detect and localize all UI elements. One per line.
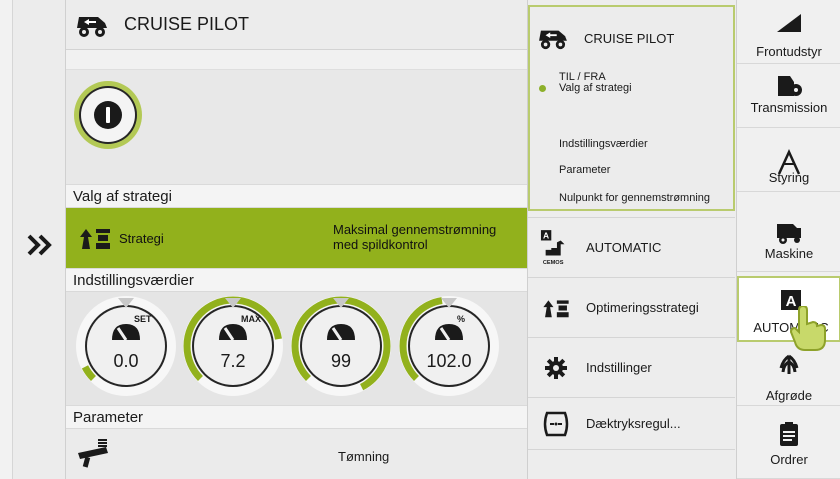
category-label: Transmission (750, 100, 828, 115)
menu-item-automatic[interactable]: A CEMOS AUTOMATIC (528, 217, 735, 277)
tire-pressure-icon (540, 408, 572, 440)
category-automatic[interactable]: A AUTOMATIC (737, 276, 840, 351)
submenu-item-parameter[interactable]: Parameter (559, 164, 610, 176)
strategy-value-line2: med spildkontrol (333, 237, 428, 252)
gauge-tag: SET (134, 314, 152, 324)
menu-item-indstillinger-label: Indstillinger (586, 360, 652, 375)
gauge-value: 0.0 (113, 351, 138, 371)
strategy-value-line1: Maksimal gennemstrømning (333, 222, 497, 237)
menu-item-optimering[interactable]: Optimeringsstrategi (528, 277, 735, 337)
gauge-value: 99 (331, 351, 351, 371)
category-frontudstyr[interactable]: Frontudstyr (737, 0, 840, 64)
menu-item-automatic-label: AUTOMATIC (586, 240, 662, 255)
category-bar: Frontudstyr Transmission Styring Maskine… (736, 0, 840, 479)
category-styring[interactable]: Styring (737, 128, 840, 192)
double-chevron-right-icon (27, 234, 52, 256)
gear-icon (540, 352, 572, 384)
settings-gauges: SET 0.0 MAX 7.2 99 % 102.0 (66, 292, 527, 405)
crop-icon (779, 354, 799, 374)
category-ordrer[interactable]: Ordrer (737, 406, 840, 479)
menu-item-partial[interactable] (528, 449, 735, 479)
category-label: Ordrer (770, 452, 808, 467)
category-label: Frontudstyr (756, 44, 822, 59)
gauge-rotor[interactable]: 99 (289, 294, 397, 402)
transmission-gear-icon (778, 76, 802, 96)
header-wedge-icon (777, 14, 801, 32)
power-knob-icon (74, 81, 142, 149)
expand-chevron-button[interactable] (23, 228, 57, 262)
gauge-max[interactable]: MAX 7.2 (181, 294, 289, 402)
section-settings-label: Indstillingsværdier (66, 268, 527, 292)
cruise-pilot-panel: CRUISE PILOT Valg af strategi Strategi M… (66, 0, 527, 479)
category-label: Styring (768, 170, 810, 185)
strategy-icon (80, 229, 110, 249)
param-row-emptying[interactable]: Tømning (66, 429, 527, 479)
cemos-label: CEMOS (543, 260, 564, 266)
gauge-value: 7.2 (220, 351, 245, 371)
category-label: Afgrøde (765, 388, 813, 403)
page-title: CRUISE PILOT (124, 14, 250, 34)
panel-header: CRUISE PILOT (66, 0, 527, 50)
cemos-automatic-icon: A CEMOS (540, 229, 572, 266)
category-maskine[interactable]: Maskine (737, 192, 840, 272)
combine-icon (777, 224, 801, 244)
submenu-item-zero-flow[interactable]: Nulpunkt for gennemstrømning (559, 192, 710, 204)
submenu-item-strategy[interactable]: Valg af strategi (559, 82, 632, 94)
section-param-label: Parameter (66, 405, 527, 429)
submenu-title-label: CRUISE PILOT (584, 30, 675, 46)
menu-item-daektryk-label: Dæktryksregul... (586, 416, 681, 431)
power-toggle-button[interactable] (73, 80, 143, 155)
strategy-row[interactable]: Strategi Maksimal gennemstrømning med sp… (66, 208, 527, 268)
category-label: Maskine (764, 246, 814, 261)
gauge-dial: MAX 7.2 (183, 296, 283, 396)
harvester-back-icon (539, 30, 567, 50)
submenu-item-settings[interactable]: Indstillingsværdier (559, 138, 648, 150)
strategy-value: Maksimal gennemstrømning med spildkontro… (333, 222, 496, 252)
gauge-percent[interactable]: % 102.0 (397, 294, 505, 402)
strategy-icon (540, 292, 572, 324)
unloading-auger-icon (78, 439, 108, 468)
gauge-tag: % (457, 314, 465, 324)
strategy-label: Strategi (119, 230, 164, 246)
automatic-badge-letter: A (543, 230, 549, 240)
category-afgrode[interactable]: Afgrøde (737, 342, 840, 406)
section-strategy-label: Valg af strategi (66, 184, 527, 208)
power-area (66, 70, 527, 184)
function-menu: CRUISE PILOT TIL / FRA Valg af strategi … (527, 0, 736, 479)
expand-column (13, 0, 66, 479)
gauge-tag: MAX (241, 314, 261, 324)
clipboard-icon (780, 422, 798, 446)
harvester-back-icon (77, 16, 107, 37)
menu-item-indstillinger[interactable]: Indstillinger (528, 337, 735, 397)
category-transmission[interactable]: Transmission (737, 64, 840, 128)
gauge-dial: SET 0.0 (76, 296, 176, 396)
gauge-dial: % 102.0 (399, 296, 499, 396)
active-dot-indicator (539, 85, 546, 92)
gauge-value: 102.0 (426, 351, 471, 371)
menu-item-optimering-label: Optimeringsstrategi (586, 300, 699, 315)
header-sub-strip (66, 50, 527, 70)
cruise-pilot-submenu: CRUISE PILOT TIL / FRA Valg af strategi … (528, 5, 735, 211)
left-edge-strip (0, 0, 13, 479)
menu-item-daektryk[interactable]: Dæktryksregul... (528, 397, 735, 449)
param-label: Tømning (338, 449, 390, 464)
gauge-dial: 99 (291, 296, 391, 396)
submenu-title[interactable]: CRUISE PILOT (536, 25, 674, 51)
gauge-set[interactable]: SET 0.0 (74, 294, 182, 402)
